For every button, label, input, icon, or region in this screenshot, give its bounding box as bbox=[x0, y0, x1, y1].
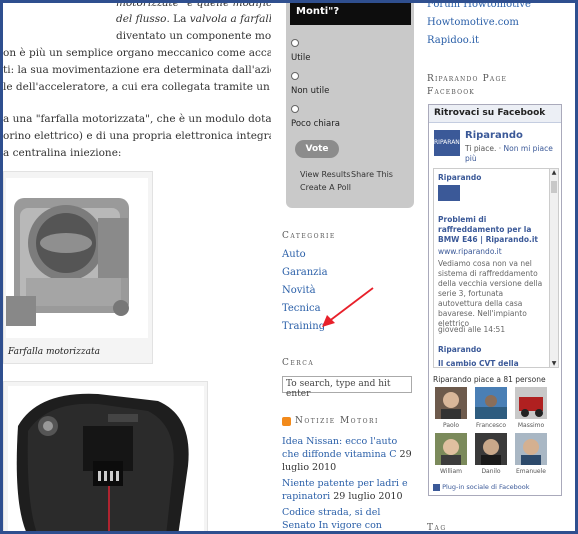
article-text: orino elettrico) e di una propria elettr… bbox=[3, 130, 271, 142]
image-caption: Farfalla motorizzata bbox=[8, 347, 100, 357]
facebook-like-box: Ritrovaci su Facebook RIPARANDO Riparand… bbox=[428, 104, 562, 496]
category-link-auto[interactable]: Auto bbox=[282, 249, 306, 260]
facebook-section-title: Riparando Page Facebook bbox=[427, 74, 508, 97]
categories-title: Categorie bbox=[282, 231, 336, 241]
search-title: Cerca bbox=[282, 358, 315, 368]
fan-name[interactable]: Massimo bbox=[511, 422, 551, 429]
post-date: giovedì alle 14:51 bbox=[438, 325, 506, 334]
fan-name[interactable]: Emanuele bbox=[511, 468, 551, 475]
link-forum-howtomotive[interactable]: Forum Howtomotive bbox=[427, 3, 531, 10]
fan-avatar[interactable] bbox=[475, 433, 507, 465]
riparando-logo[interactable]: RIPARANDO bbox=[434, 130, 469, 156]
post-url[interactable]: www.riparando.it bbox=[438, 247, 546, 257]
article-text: on è più un semplice organo meccanico co… bbox=[3, 47, 271, 59]
share-link[interactable]: Share This bbox=[351, 170, 393, 179]
screenshot-frame: motorizzate" e quelle modificheranno del… bbox=[0, 0, 578, 534]
poll-radio-non-utile[interactable] bbox=[291, 72, 299, 80]
fan-name[interactable]: Danilo bbox=[471, 468, 511, 475]
rss-icon[interactable] bbox=[282, 417, 291, 426]
throttle-image-box: Farfalla motorizzata bbox=[3, 171, 153, 364]
fan-name[interactable]: Paolo bbox=[431, 422, 471, 429]
scroll-down-icon[interactable]: ▼ bbox=[550, 360, 558, 367]
like-status: Ti piace. · Non mi piace più bbox=[465, 144, 553, 163]
fan-avatar[interactable] bbox=[515, 387, 547, 419]
fan-avatar[interactable] bbox=[435, 387, 467, 419]
create-poll-link[interactable]: Create A Poll bbox=[300, 183, 351, 192]
scrollbar-thumb[interactable] bbox=[551, 181, 557, 193]
scroll-up-icon[interactable]: ▲ bbox=[550, 169, 558, 178]
news-item[interactable]: Niente patente per ladri e rapinatori 29… bbox=[282, 477, 412, 503]
poll-radio-poco-chiara[interactable] bbox=[291, 105, 299, 113]
fan-name[interactable]: William bbox=[431, 468, 471, 475]
tag-section-title: Tag bbox=[427, 523, 447, 533]
vote-button[interactable]: Vote bbox=[295, 140, 339, 158]
fan-avatar[interactable] bbox=[475, 387, 507, 419]
poll-option-label: Poco chiara bbox=[291, 119, 340, 129]
poll-question: Monti"? bbox=[290, 3, 411, 25]
category-link-novita[interactable]: Novità bbox=[282, 285, 316, 296]
post-body: Vediamo cosa non va nel sistema di raffr… bbox=[438, 259, 543, 328]
facebook-plugin-link[interactable]: Plug-in sociale di Facebook bbox=[433, 483, 530, 491]
article-text: a una "farfalla motorizzata", che è un m… bbox=[3, 113, 271, 125]
facebook-icon bbox=[433, 483, 440, 491]
article-text: del flusso. La valvola a farfalla è bbox=[116, 13, 271, 25]
news-item[interactable]: Idea Nissan: ecco l'auto che diffonde vi… bbox=[282, 435, 412, 474]
article-text: diventato un componente molto bbox=[116, 30, 271, 42]
link-rapidoo[interactable]: Rapidoo.it bbox=[427, 35, 479, 46]
post-title[interactable]: Problemi di raffreddamento per la BMW E4… bbox=[438, 215, 546, 245]
poll-option-label: Utile bbox=[291, 53, 311, 63]
red-arrow-annotation bbox=[322, 287, 374, 327]
search-input[interactable]: To search, type and hit enter bbox=[282, 376, 412, 399]
post-author[interactable]: Riparando bbox=[438, 345, 546, 355]
throttle-body-photo bbox=[6, 178, 148, 338]
article-column: motorizzate" e quelle modificheranno del… bbox=[3, 3, 271, 531]
fan-avatar[interactable] bbox=[515, 433, 547, 465]
post-thumbnail[interactable] bbox=[438, 185, 460, 201]
article-text: a centralina iniezione: bbox=[3, 147, 122, 159]
post-title[interactable]: Il cambio CVT della bbox=[438, 359, 546, 367]
news-title: Notizie Motori bbox=[295, 416, 379, 426]
poll-radio-utile[interactable] bbox=[291, 39, 299, 47]
news-item[interactable]: Codice strada, si del Senato In vigore c… bbox=[282, 506, 412, 531]
feed-scrollbar[interactable]: ▲ ▼ bbox=[549, 169, 558, 367]
throttle-module-image-box bbox=[3, 381, 208, 531]
poll-option-label: Non utile bbox=[291, 86, 330, 96]
poll-widget: Monti"? Utile Non utile Poco chiara Vote… bbox=[286, 3, 414, 208]
category-link-tecnica[interactable]: Tecnica bbox=[282, 303, 321, 314]
fan-name[interactable]: Francesco bbox=[471, 422, 511, 429]
fan-avatar[interactable] bbox=[435, 433, 467, 465]
category-link-garanzia[interactable]: Garanzia bbox=[282, 267, 328, 278]
throttle-module-photo bbox=[8, 386, 204, 531]
facebook-page-name[interactable]: Riparando bbox=[465, 130, 523, 141]
view-results-link[interactable]: View Results bbox=[300, 170, 350, 179]
article-text: le dell'acceleratore, a cui era collegat… bbox=[3, 81, 271, 93]
facebook-feed: Riparando Problemi di raffreddamento per… bbox=[433, 168, 559, 368]
facebook-header: Ritrovaci su Facebook bbox=[429, 105, 561, 123]
link-howtomotive[interactable]: Howtomotive.com bbox=[427, 17, 519, 28]
article-text: ti: la sua movimentazione era determinat… bbox=[3, 64, 271, 76]
likes-count: Riparando piace a 81 persone bbox=[433, 375, 546, 384]
post-author[interactable]: Riparando bbox=[438, 173, 546, 183]
